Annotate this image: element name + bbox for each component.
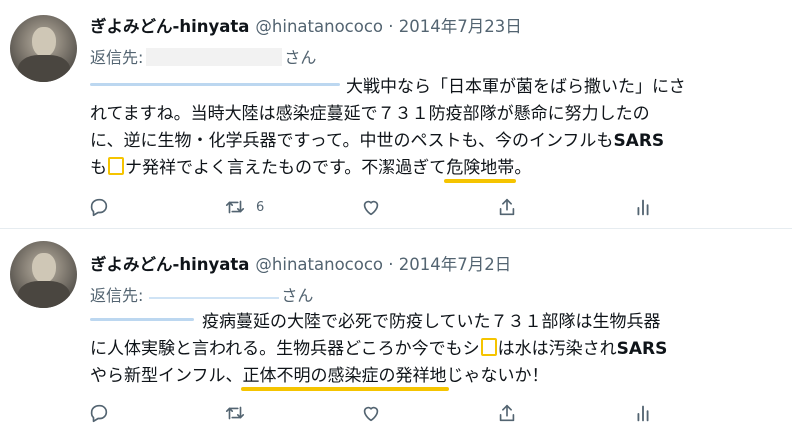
text-segment: に人体実験と言われる。生物兵器どころか今でもシ [90, 339, 480, 359]
retweet-button[interactable]: 6 [224, 195, 264, 219]
tweet-actions: 6 [88, 195, 728, 219]
text-segment: は水は汚染され [497, 339, 617, 359]
text-segment: ナ発祥でよく言えたものです。不潔過ぎて [125, 158, 447, 178]
highlight-box [108, 157, 124, 175]
reply-icon [90, 198, 108, 217]
highlight-box [480, 338, 497, 356]
redacted-mention [146, 48, 283, 66]
highlighted-text: 危険地帯 [446, 158, 515, 178]
tweet-text: 疫病蔓延の大陸で必死で防疫していた７３１部隊は生物兵器 に人体実験と言われる。生… [90, 309, 667, 390]
share-button[interactable] [496, 401, 518, 425]
text-line: 疫病蔓延の大陸で必死で防疫していた７３１部隊は生物兵器 [90, 309, 667, 336]
handle-and-date[interactable]: @hinatanococo · 2014年7月2日 [255, 255, 511, 274]
retweet-icon [225, 200, 245, 214]
highlighted-text: 正体不明の感染症の発祥地 [242, 366, 447, 386]
text-segment: れてますね。当時大陸は感染症蔓延で７３１防疫部隊が懸命に努力したの [90, 104, 650, 124]
reply-to: 返信先: さん [90, 282, 313, 306]
tweet-header: ぎよみどん-hinyata @hinatanococo · 2014年7月2日 [90, 251, 511, 275]
text-segment: じゃないか！ [446, 366, 549, 386]
text-line: に人体実験と言われる。生物兵器どころか今でもシ は水は汚染されSARS [90, 336, 667, 363]
avatar-face [32, 27, 56, 57]
share-icon [499, 198, 515, 216]
share-icon [499, 404, 515, 422]
text-segment-bold: SARS [613, 131, 665, 151]
like-icon [363, 406, 379, 422]
blurred-mention[interactable] [149, 297, 280, 299]
blurred-mention[interactable] [90, 83, 340, 86]
tweet-header: ぎよみどん-hinyata @hinatanococo · 2014年7月23日 [90, 13, 522, 37]
text-segment: やら新型インフル、 [90, 366, 243, 386]
avatar-body [18, 55, 70, 82]
share-button[interactable] [496, 195, 518, 219]
avatar[interactable] [10, 241, 77, 308]
like-button[interactable] [360, 195, 382, 219]
reply-button[interactable] [88, 195, 110, 219]
text-segment: 大戦中なら「日本軍が菌をばら撒いた」にさ [346, 77, 686, 97]
display-name[interactable]: ぎよみどん-hinyata [90, 255, 249, 274]
like-button[interactable] [360, 401, 382, 425]
reply-button[interactable] [88, 401, 110, 425]
reply-icon [90, 404, 108, 423]
analytics-button[interactable] [632, 401, 654, 425]
text-line: に、逆に生物・化学兵器ですって。中世のペストも、今のインフルもSARS [90, 128, 686, 155]
blurred-mention[interactable] [90, 318, 194, 321]
reply-to-suffix: さん [284, 48, 317, 67]
display-name[interactable]: ぎよみどん-hinyata [90, 17, 249, 36]
text-segment-bold: SARS [616, 339, 668, 359]
text-line: 大戦中なら「日本軍が菌をばら撒いた」にさ [90, 74, 686, 101]
reply-to-suffix: さん [281, 286, 314, 305]
tweet[interactable]: ぎよみどん-hinyata @hinatanococo · 2014年7月2日 返… [0, 229, 792, 443]
analytics-icon [637, 405, 649, 422]
reply-to-label: 返信先: [90, 286, 144, 305]
avatar-face [32, 253, 56, 283]
text-line: やら新型インフル、正体不明の感染症の発祥地じゃないか！ [90, 363, 667, 390]
text-segment: に、逆に生物・化学兵器ですって。中世のペストも、今のインフルも [90, 131, 614, 151]
avatar-body [18, 281, 70, 308]
retweet-count: 6 [256, 199, 265, 215]
text-segment: も [90, 158, 107, 178]
reply-to: 返信先: さん [90, 44, 316, 68]
tweet[interactable]: ぎよみどん-hinyata @hinatanococo · 2014年7月23日 … [0, 0, 792, 228]
reply-to-label: 返信先: [90, 48, 144, 67]
text-line: れてますね。当時大陸は感染症蔓延で７３１防疫部隊が懸命に努力したの [90, 101, 686, 128]
text-segment: 疫病蔓延の大陸で必死で防疫していた７３１部隊は生物兵器 [202, 312, 661, 332]
text-segment: 。 [514, 158, 532, 178]
retweet-button[interactable] [224, 401, 246, 425]
retweet-icon [225, 406, 245, 420]
handle-and-date[interactable]: @hinatanococo · 2014年7月23日 [255, 17, 521, 36]
avatar[interactable] [10, 15, 77, 82]
analytics-button[interactable] [632, 195, 654, 219]
text-line: もナ発祥でよく言えたものです。不潔過ぎて危険地帯。 [90, 155, 686, 182]
analytics-icon [637, 199, 649, 216]
like-icon [363, 200, 379, 216]
tweet-text: 大戦中なら「日本軍が菌をばら撒いた」にさ れてますね。当時大陸は感染症蔓延で７３… [90, 74, 686, 182]
tweet-actions [88, 401, 728, 425]
